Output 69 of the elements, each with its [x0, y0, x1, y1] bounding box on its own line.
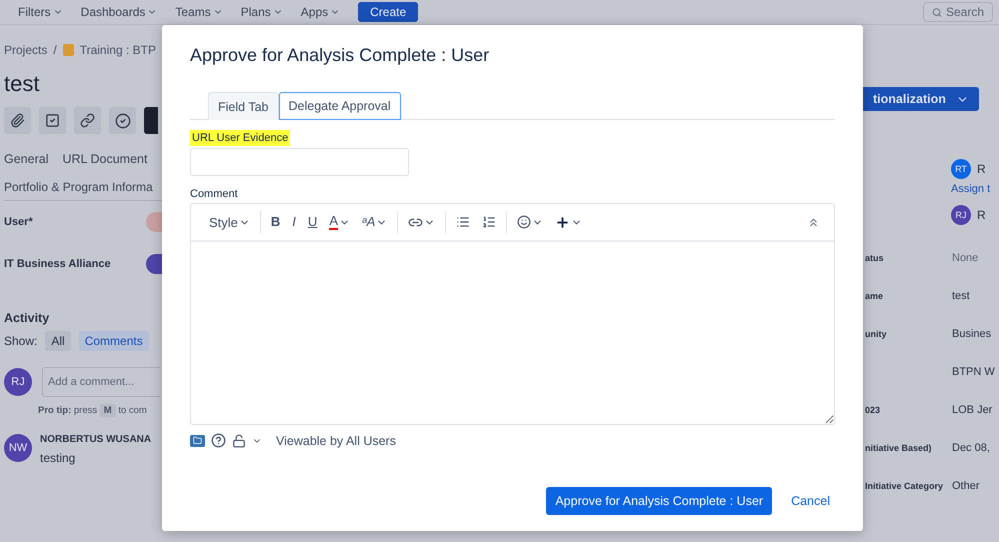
- detail-value: None: [952, 252, 980, 264]
- breadcrumb-link[interactable]: Projects: [4, 43, 48, 57]
- section-tab[interactable]: General: [4, 152, 48, 166]
- nav-menu[interactable]: Dashboards: [80, 5, 158, 19]
- avatar-icon: [146, 254, 162, 274]
- breadcrumb-link[interactable]: Training : BTP: [80, 43, 156, 57]
- project-icon: [62, 44, 74, 56]
- field-label: IT Business Alliance: [4, 258, 111, 270]
- checkbox-icon[interactable]: [39, 107, 66, 134]
- link-icon[interactable]: [74, 107, 101, 134]
- detail-value: Other: [952, 480, 981, 492]
- comment-text: testing: [40, 451, 76, 465]
- search-field[interactable]: Search: [923, 2, 993, 22]
- url-input-field[interactable]: [190, 148, 409, 176]
- detail-label: unity: [864, 329, 888, 339]
- user-avatar: NW: [4, 434, 32, 462]
- field-label: User*: [4, 216, 33, 228]
- detail-label: atus: [864, 253, 885, 263]
- detail-value: Dec 08,: [952, 442, 991, 454]
- assign-link[interactable]: Assign t: [951, 183, 999, 195]
- text-color-button[interactable]: A: [325, 212, 354, 232]
- folder-icon[interactable]: [190, 434, 205, 446]
- comment-author: NORBERTUS WUSANA: [40, 434, 152, 445]
- underline-button[interactable]: U: [304, 213, 322, 231]
- issue-title: test: [4, 71, 40, 97]
- italic-button[interactable]: I: [288, 213, 300, 231]
- approve-button[interactable]: Approve for Analysis Complete : User: [546, 487, 772, 515]
- status-button[interactable]: tionalization: [863, 87, 979, 111]
- detail-value: test: [952, 290, 971, 302]
- search-icon: [932, 6, 942, 18]
- user-avatar: RJ: [951, 205, 971, 225]
- style-menu[interactable]: Style: [205, 212, 254, 232]
- filter-button[interactable]: All: [45, 331, 71, 351]
- paperclip-icon[interactable]: [4, 107, 31, 134]
- person-name: R: [977, 162, 986, 176]
- help-icon[interactable]: [211, 433, 226, 448]
- user-avatar: RT: [951, 159, 971, 179]
- dialog-tab[interactable]: Field Tab: [208, 92, 278, 120]
- detail-label: 023: [864, 405, 882, 415]
- detail-label: Initiative Category: [864, 481, 944, 491]
- detail-label: ame: [864, 291, 884, 301]
- breadcrumb-separator: /: [53, 43, 57, 57]
- detail-value: LOB Jer: [952, 404, 994, 416]
- filter-label: Show:: [4, 334, 38, 348]
- dialog-title: Approve for Analysis Complete : User: [190, 45, 490, 66]
- user-avatar: RJ: [4, 368, 32, 396]
- pro-tip-text: Pro tip: press M to com: [38, 405, 148, 416]
- cancel-link[interactable]: Cancel: [786, 494, 835, 508]
- text-size-button[interactable]: ᵃA: [358, 213, 392, 231]
- field-label: URL User Evidence: [190, 130, 290, 146]
- avatar-icon: [146, 212, 162, 232]
- person-name: R: [977, 208, 986, 222]
- nav-menu[interactable]: Teams: [175, 5, 223, 19]
- nav-menu[interactable]: Plans: [240, 5, 283, 19]
- detail-label: nitiative Based): [864, 443, 933, 453]
- lock-icon[interactable]: [232, 434, 246, 448]
- filter-button[interactable]: Comments: [78, 331, 149, 351]
- detail-value: Busines: [952, 328, 992, 340]
- section-heading: Activity: [4, 311, 50, 325]
- comment-field[interactable]: Add a comment...: [42, 367, 160, 397]
- nav-menu[interactable]: Apps: [300, 5, 340, 19]
- section-tab[interactable]: URL Document: [62, 152, 148, 166]
- bold-button[interactable]: B: [266, 213, 284, 231]
- detail-value: BTPN W: [952, 366, 996, 378]
- dialog-tab[interactable]: Delegate Approval: [278, 92, 401, 120]
- create-button[interactable]: Create: [358, 2, 418, 22]
- nav-menu[interactable]: Filters: [18, 5, 63, 19]
- field-label: Comment: [190, 188, 238, 200]
- visibility-text: Viewable by All Users: [276, 434, 396, 448]
